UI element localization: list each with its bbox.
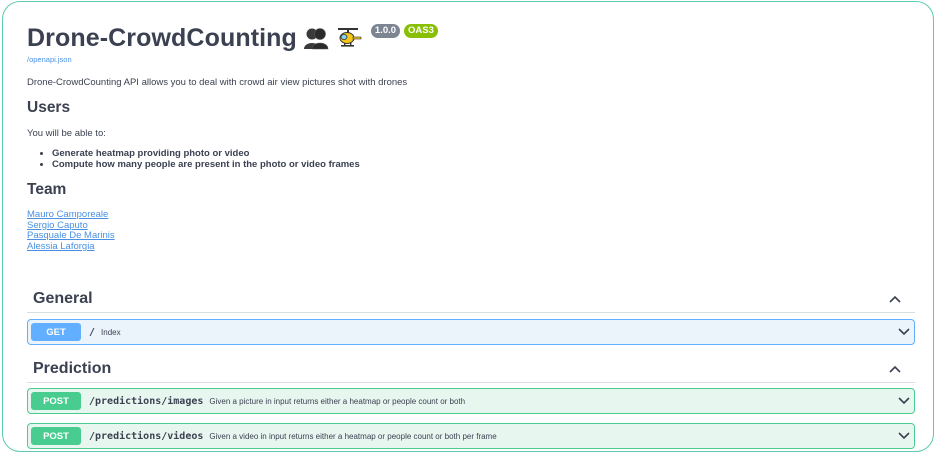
- chevron-down-icon[interactable]: [898, 397, 910, 405]
- tag-title: Prediction: [33, 359, 112, 377]
- api-description: Drone-CrowdCounting API allows you to de…: [27, 77, 408, 88]
- oas-badge: OAS3: [404, 24, 438, 38]
- operation-post-predictions-videos[interactable]: POST /predictions/videos Given a video i…: [27, 423, 915, 449]
- api-info: Drone-CrowdCounting 1.0.0 OAS3 /openapi.…: [27, 22, 915, 252]
- users-heading: Users: [27, 99, 71, 116]
- swagger-window: Drone-CrowdCounting 1.0.0 OAS3 /openapi.…: [2, 1, 934, 452]
- operation-path: /predictions/videos: [89, 430, 204, 442]
- team-member-link[interactable]: Pasquale De Marinis: [27, 231, 915, 242]
- page-title: Drone-CrowdCounting: [27, 23, 297, 52]
- team-member-link[interactable]: Alessia Laforgia: [27, 241, 915, 253]
- operation-path: /predictions/images: [89, 395, 204, 407]
- helicopter-icon: [335, 26, 363, 50]
- team-member-link[interactable]: Sergio Caputo: [27, 220, 915, 232]
- busts-in-silhouette-icon: [303, 26, 329, 50]
- chevron-up-icon[interactable]: [889, 295, 901, 303]
- feature-list: Generate heatmap providing photo or vide…: [52, 148, 915, 170]
- operation-path: /: [89, 326, 96, 338]
- operation-summary: Given a video in input returns either a …: [209, 431, 497, 441]
- operation-post-predictions-images[interactable]: POST /predictions/images Given a picture…: [27, 388, 915, 414]
- method-badge: POST: [31, 392, 81, 410]
- tag-section-prediction[interactable]: Prediction: [27, 355, 915, 383]
- team-heading: Team: [27, 181, 67, 198]
- operation-summary: Given a picture in input returns either …: [209, 396, 466, 406]
- operation-summary: Index: [101, 327, 121, 337]
- chevron-down-icon[interactable]: [898, 432, 910, 440]
- method-badge: GET: [31, 323, 81, 341]
- list-item: Compute how many people are present in t…: [52, 159, 915, 170]
- openapi-json-link[interactable]: /openapi.json: [27, 55, 915, 64]
- title-row: Drone-CrowdCounting 1.0.0 OAS3: [27, 22, 915, 54]
- chevron-down-icon[interactable]: [898, 328, 910, 336]
- operation-get-index[interactable]: GET / Index: [27, 319, 915, 345]
- list-item: Generate heatmap providing photo or vide…: [52, 148, 915, 159]
- users-intro: You will be able to:: [27, 128, 106, 139]
- team-list: Mauro Camporeale Sergio Caputo Pasquale …: [27, 209, 915, 253]
- team-member-link[interactable]: Mauro Camporeale: [27, 209, 915, 221]
- tag-title: General: [33, 289, 93, 307]
- version-badge: 1.0.0: [370, 24, 401, 38]
- method-badge: POST: [31, 427, 81, 445]
- chevron-up-icon[interactable]: [889, 365, 901, 373]
- tag-section-general[interactable]: General: [27, 285, 915, 313]
